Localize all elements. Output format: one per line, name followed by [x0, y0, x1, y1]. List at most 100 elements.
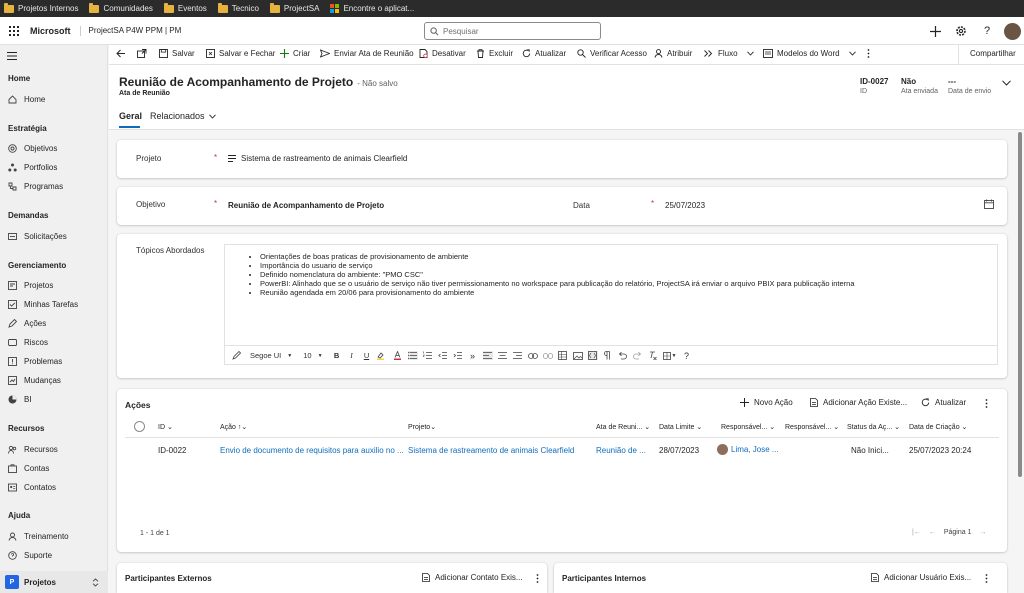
align-left-icon[interactable] — [482, 351, 493, 360]
table-icon[interactable] — [558, 351, 568, 360]
col-header-data-limite[interactable]: Data Limite ⌄ — [659, 423, 702, 431]
save-and-close-button[interactable]: Salvar e Fechar — [206, 49, 275, 58]
cell-projeto-link[interactable]: Sistema de rastreamento de animais Clear… — [408, 446, 574, 455]
more-commands-button[interactable] — [867, 49, 870, 58]
send-minutes-button[interactable]: Enviar Ata de Reunião — [320, 49, 414, 58]
sidebar-item-home[interactable]: Home — [8, 95, 45, 104]
user-avatar[interactable] — [1004, 23, 1021, 40]
refresh-button[interactable]: Atualizar — [522, 49, 566, 58]
more-options-icon[interactable]: ▼ — [662, 351, 676, 360]
sidebar-item-minhas-tarefas[interactable]: Minhas Tarefas — [8, 300, 78, 309]
font-size-select[interactable]: 10 ▼ — [303, 351, 322, 360]
externos-more-button[interactable] — [536, 574, 539, 583]
align-right-icon[interactable] — [513, 351, 523, 360]
undo-icon[interactable] — [618, 351, 628, 360]
back-button[interactable] — [116, 49, 126, 58]
rich-text-editor[interactable]: Orientações de boas praticas de provisio… — [224, 244, 998, 365]
sidebar-item-recursos[interactable]: Recursos — [8, 445, 58, 454]
word-templates-button[interactable]: Modelos do Word — [763, 49, 856, 58]
source-code-icon[interactable] — [587, 351, 598, 360]
area-switcher[interactable]: P Projetos — [0, 571, 108, 593]
share-button[interactable]: Compartilhar — [970, 49, 1016, 58]
hamburger-menu-icon[interactable] — [7, 52, 17, 60]
font-family-select[interactable]: Segoe UI ▼ — [250, 351, 292, 360]
redo-icon[interactable] — [633, 351, 643, 360]
increase-indent-icon[interactable] — [453, 351, 463, 360]
flow-menu-button[interactable]: Fluxo — [704, 49, 754, 58]
assign-button[interactable]: Atribuir — [654, 49, 692, 58]
cell-responsavel[interactable]: Lima, Jose ... — [717, 444, 779, 455]
deactivate-button[interactable]: Desativar — [419, 49, 466, 58]
settings-gear-icon[interactable] — [954, 24, 968, 38]
save-button[interactable]: Salvar — [159, 49, 195, 58]
page-scrollbar[interactable] — [1018, 132, 1022, 477]
adicionar-contato-existente-button[interactable]: Adicionar Contato Exis... — [422, 573, 523, 582]
next-page-icon[interactable]: → — [979, 529, 986, 536]
calendar-icon[interactable] — [984, 199, 994, 209]
open-new-window-button[interactable] — [137, 49, 147, 58]
sidebar-item-problemas[interactable]: Problemas — [8, 357, 62, 366]
topicos-list[interactable]: Orientações de boas praticas de provisio… — [260, 252, 855, 297]
cell-ata-link[interactable]: Reunião de ... — [596, 446, 646, 455]
paragraph-direction-icon[interactable] — [603, 351, 613, 360]
sidebar-item-bi[interactable]: BI — [8, 395, 32, 404]
search-input[interactable]: Pesquisar — [443, 27, 479, 36]
align-center-icon[interactable] — [498, 351, 508, 360]
sidebar-item-mudancas[interactable]: Mudanças — [8, 376, 61, 385]
create-button[interactable]: Criar — [280, 49, 310, 58]
sidebar-item-contas[interactable]: Contas — [8, 464, 49, 473]
expand-header-chevron-icon[interactable] — [1002, 80, 1011, 86]
col-header-status[interactable]: Status da Aç... ⌄ — [847, 423, 900, 431]
novo-acao-button[interactable]: Novo Ação — [740, 398, 793, 407]
search-box[interactable]: Pesquisar — [424, 22, 601, 40]
app-name[interactable]: ProjectSA P4W PPM | PM — [81, 26, 182, 35]
col-header-id[interactable]: ID ⌄ — [158, 423, 173, 431]
objetivo-input[interactable]: Reunião de Acompanhamento de Projeto — [228, 201, 384, 210]
bookmark-projectsa[interactable]: ProjectSA — [269, 2, 319, 13]
bold-icon[interactable]: B — [332, 351, 342, 360]
app-launcher-icon[interactable] — [0, 25, 28, 36]
col-header-acao[interactable]: Ação ↑⌄ — [220, 423, 247, 431]
sidebar-item-programas[interactable]: Programas — [8, 182, 63, 191]
acoes-more-button[interactable] — [985, 399, 988, 408]
numbered-list-icon[interactable] — [423, 351, 433, 360]
sidebar-item-contatos[interactable]: Contatos — [8, 483, 56, 492]
sidebar-item-treinamento[interactable]: Treinamento — [8, 532, 69, 541]
help-icon[interactable]: ? — [980, 24, 994, 38]
sidebar-item-riscos[interactable]: Riscos — [8, 338, 48, 347]
underline-icon[interactable]: U — [362, 351, 372, 360]
sidebar-item-solicitacoes[interactable]: Solicitações — [8, 232, 67, 241]
sidebar-item-projetos[interactable]: Projetos — [8, 281, 53, 290]
bulleted-list-icon[interactable] — [407, 351, 418, 360]
col-header-data-criacao[interactable]: Data de Criação ⌄ — [909, 423, 967, 431]
decrease-indent-icon[interactable] — [438, 351, 448, 360]
internos-more-button[interactable] — [985, 574, 988, 583]
font-color-icon[interactable] — [393, 351, 403, 360]
unlink-icon[interactable] — [542, 352, 553, 359]
col-header-ata[interactable]: Ata de Reuni... ⌄ — [596, 423, 650, 431]
plus-icon[interactable] — [928, 24, 942, 38]
bookmark-comunidades[interactable]: Comunidades — [89, 2, 153, 13]
check-access-button[interactable]: Verificar Acesso — [577, 49, 647, 58]
tab-geral[interactable]: Geral — [119, 111, 142, 121]
bookmark-projetos-internos[interactable]: Projetos Internos — [4, 2, 78, 13]
select-all-checkbox[interactable] — [134, 421, 145, 432]
projeto-lookup[interactable]: Sistema de rastreamento de animais Clear… — [228, 154, 407, 163]
adicionar-usuario-existente-button[interactable]: Adicionar Usuário Exis... — [871, 573, 971, 582]
sidebar-item-acoes[interactable]: Ações — [8, 319, 46, 328]
data-input[interactable]: 25/07/2023 — [665, 201, 705, 210]
first-page-icon[interactable]: |← — [912, 529, 921, 536]
adicionar-acao-existente-button[interactable]: Adicionar Ação Existe... — [810, 398, 907, 407]
cell-acao-link[interactable]: Envio de documento de requisitos para au… — [220, 446, 404, 455]
highlight-icon[interactable] — [376, 351, 388, 360]
col-header-projeto[interactable]: Projeto⌄ — [408, 423, 436, 431]
clear-format-icon[interactable] — [648, 351, 658, 360]
link-icon[interactable] — [527, 352, 538, 359]
editor-brush-icon[interactable] — [231, 351, 241, 360]
sidebar-item-objetivos[interactable]: Objetivos — [8, 144, 57, 153]
previous-page-icon[interactable]: ← — [929, 529, 936, 536]
bookmark-tecnico[interactable]: Tecnico — [217, 2, 259, 13]
sidebar-item-portfolios[interactable]: Portfolios — [8, 163, 57, 172]
col-header-responsavel-2[interactable]: Responsável... ⌄ — [785, 423, 839, 431]
delete-button[interactable]: Excluir — [476, 49, 513, 58]
